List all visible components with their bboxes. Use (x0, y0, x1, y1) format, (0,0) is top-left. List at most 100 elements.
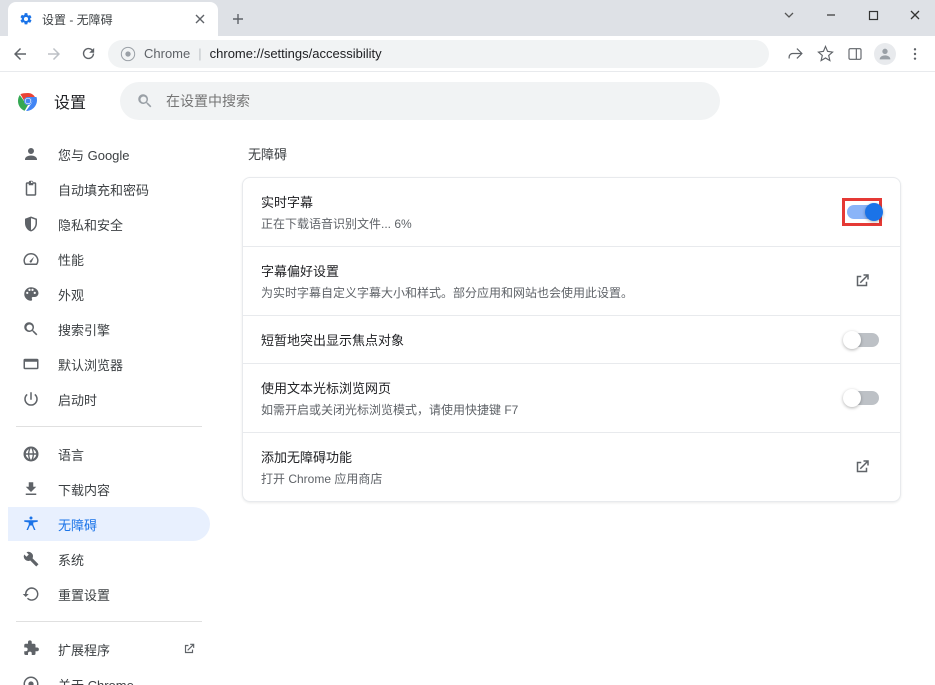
chevron-down-icon[interactable] (769, 0, 809, 30)
browser-icon (22, 355, 40, 373)
close-window-button[interactable] (895, 0, 935, 30)
power-icon (22, 390, 40, 408)
sidebar-item-search-engine[interactable]: 搜索引擎 (8, 312, 210, 346)
speedometer-icon (22, 250, 40, 268)
url-separator: | (198, 46, 201, 61)
setting-row-caption-prefs[interactable]: 字幕偏好设置 为实时字幕自定义字幕大小和样式。部分应用和网站也会使用此设置。 (243, 247, 900, 316)
minimize-button[interactable] (811, 0, 851, 30)
toggle-focus-highlight[interactable] (845, 333, 879, 347)
url-bar: Chrome | chrome://settings/accessibility (0, 36, 935, 72)
extension-icon (22, 640, 40, 658)
bookmark-icon[interactable] (811, 40, 839, 68)
forward-button[interactable] (40, 40, 68, 68)
gear-icon (18, 11, 34, 27)
sidebar-item-label: 系统 (58, 550, 84, 569)
setting-row-caret-browsing: 使用文本光标浏览网页 如需开启或关闭光标浏览模式，请使用快捷键 F7 (243, 364, 900, 433)
close-icon[interactable] (192, 11, 208, 27)
search-input[interactable] (166, 93, 704, 109)
download-icon (22, 480, 40, 498)
sidebar-item-label: 扩展程序 (58, 640, 110, 659)
new-tab-button[interactable] (224, 5, 252, 33)
sidebar-item-performance[interactable]: 性能 (8, 242, 210, 276)
sidebar-divider (16, 621, 202, 622)
sidebar-item-label: 外观 (58, 285, 84, 304)
row-subtitle: 打开 Chrome 应用商店 (261, 470, 842, 487)
sidebar-item-label: 自动填充和密码 (58, 180, 149, 199)
person-icon (22, 145, 40, 163)
sidebar-item-extensions[interactable]: 扩展程序 (8, 632, 210, 666)
sidebar-item-label: 启动时 (58, 390, 97, 409)
open-external-icon (182, 642, 196, 656)
clipboard-icon (22, 180, 40, 198)
settings-sidebar: 您与 Google 自动填充和密码 隐私和安全 性能 外观 搜索引擎 默认浏览器… (0, 128, 214, 685)
reload-button[interactable] (74, 40, 102, 68)
sidebar-item-autofill[interactable]: 自动填充和密码 (8, 172, 210, 206)
row-subtitle: 如需开启或关闭光标浏览模式，请使用快捷键 F7 (261, 401, 842, 418)
shield-icon (22, 215, 40, 233)
sidebar-item-label: 重置设置 (58, 585, 110, 604)
settings-content: 无障碍 实时字幕 正在下载语音识别文件... 6% (214, 128, 935, 685)
sidebar-item-default-browser[interactable]: 默认浏览器 (8, 347, 210, 381)
setting-row-focus-highlight: 短暂地突出显示焦点对象 (243, 316, 900, 364)
page-title: 设置 (54, 89, 86, 113)
row-subtitle: 正在下载语音识别文件... 6% (261, 215, 842, 232)
sidebar-item-downloads[interactable]: 下载内容 (8, 472, 210, 506)
chrome-product-icon (120, 46, 136, 62)
sidebar-item-on-startup[interactable]: 启动时 (8, 382, 210, 416)
window-controls (769, 0, 935, 30)
globe-icon (22, 445, 40, 463)
browser-tab[interactable]: 设置 - 无障碍 (8, 2, 218, 36)
address-bar[interactable]: Chrome | chrome://settings/accessibility (108, 40, 769, 68)
row-title: 实时字幕 (261, 192, 842, 211)
window-titlebar: 设置 - 无障碍 (0, 0, 935, 36)
sidebar-item-reset[interactable]: 重置设置 (8, 577, 210, 611)
chrome-logo-icon (22, 675, 40, 685)
row-subtitle: 为实时字幕自定义字幕大小和样式。部分应用和网站也会使用此设置。 (261, 284, 842, 301)
setting-row-add-accessibility[interactable]: 添加无障碍功能 打开 Chrome 应用商店 (243, 433, 900, 501)
setting-row-live-caption: 实时字幕 正在下载语音识别文件... 6% (243, 178, 900, 247)
open-external-icon (853, 458, 871, 476)
wrench-icon (22, 550, 40, 568)
side-panel-icon[interactable] (841, 40, 869, 68)
chrome-logo-icon (16, 89, 40, 113)
sidebar-item-accessibility[interactable]: 无障碍 (8, 507, 210, 541)
sidebar-item-label: 无障碍 (58, 515, 97, 534)
toggle-caret-browsing[interactable] (845, 391, 879, 405)
palette-icon (22, 285, 40, 303)
maximize-button[interactable] (853, 0, 893, 30)
sidebar-item-label: 下载内容 (58, 480, 110, 499)
highlight-annotation (842, 198, 882, 226)
settings-card: 实时字幕 正在下载语音识别文件... 6% 字幕偏好设置 为实时字幕自定 (242, 177, 901, 502)
sidebar-item-about[interactable]: 关于 Chrome (8, 667, 210, 685)
row-title: 字幕偏好设置 (261, 261, 842, 280)
share-icon[interactable] (781, 40, 809, 68)
tab-title: 设置 - 无障碍 (42, 11, 184, 28)
sidebar-item-system[interactable]: 系统 (8, 542, 210, 576)
url-text: chrome://settings/accessibility (210, 46, 382, 61)
back-button[interactable] (6, 40, 34, 68)
sidebar-item-label: 关于 Chrome (58, 675, 134, 685)
search-icon (22, 320, 40, 338)
sidebar-item-you-and-google[interactable]: 您与 Google (8, 137, 210, 171)
row-title: 短暂地突出显示焦点对象 (261, 330, 842, 349)
sidebar-item-privacy[interactable]: 隐私和安全 (8, 207, 210, 241)
sidebar-item-label: 隐私和安全 (58, 215, 123, 234)
section-title: 无障碍 (248, 144, 901, 163)
sidebar-item-label: 您与 Google (58, 145, 130, 164)
row-title: 使用文本光标浏览网页 (261, 378, 842, 397)
sidebar-item-label: 性能 (58, 250, 84, 269)
accessibility-icon (22, 515, 40, 533)
url-prefix: Chrome (144, 46, 190, 61)
restore-icon (22, 585, 40, 603)
menu-button[interactable] (901, 40, 929, 68)
toggle-live-caption[interactable] (847, 205, 877, 219)
sidebar-item-label: 默认浏览器 (58, 355, 123, 374)
sidebar-item-appearance[interactable]: 外观 (8, 277, 210, 311)
profile-avatar[interactable] (871, 40, 899, 68)
sidebar-item-label: 搜索引擎 (58, 320, 110, 339)
row-title: 添加无障碍功能 (261, 447, 842, 466)
sidebar-item-languages[interactable]: 语言 (8, 437, 210, 471)
sidebar-divider (16, 426, 202, 427)
search-icon (136, 92, 154, 110)
settings-search[interactable] (120, 82, 720, 120)
